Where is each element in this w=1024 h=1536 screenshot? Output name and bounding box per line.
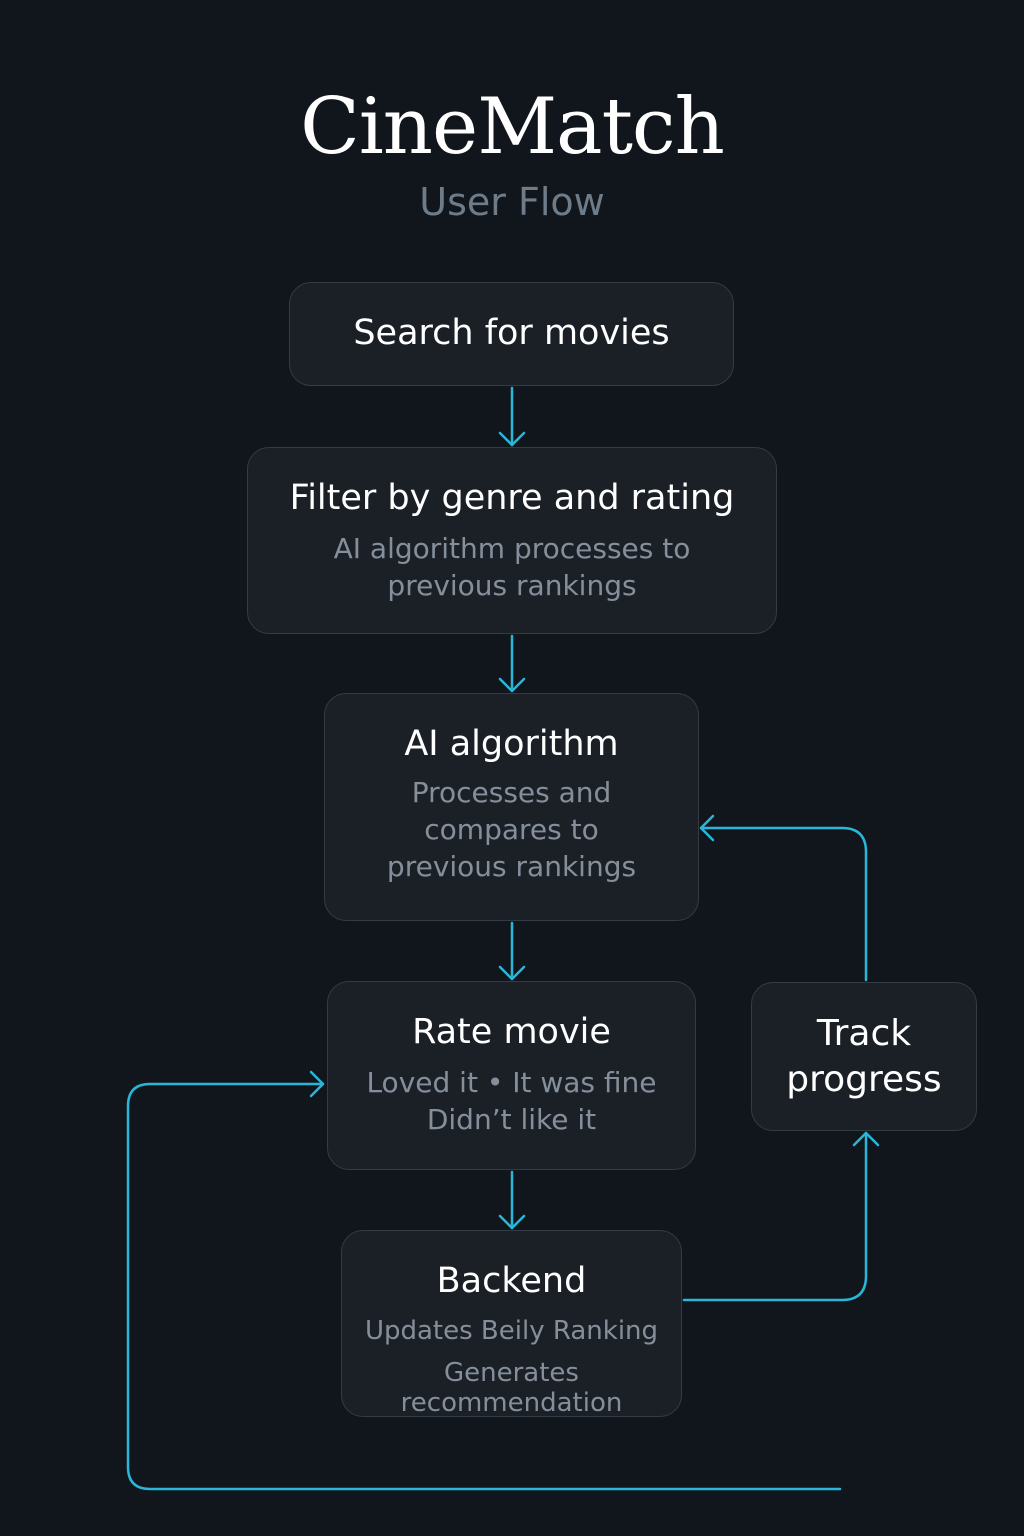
track-node: Track progress [751, 982, 977, 1131]
rate-node-title: Rate movie [412, 1012, 611, 1052]
filter-node-title: Filter by genre and rating [289, 478, 735, 518]
filter-node-description: AI algorithm processes to previous ranki… [333, 532, 691, 602]
filter-node: Filter by genre and rating AI algorithm … [247, 447, 777, 634]
ai-node: AI algorithm Processes and compares to p… [324, 693, 699, 921]
rate-node-line-1: Loved it • It was fine [366, 1066, 657, 1099]
backend-node: Backend Updates Beily Ranking Generates … [341, 1230, 682, 1418]
track-node-title: Track progress [786, 1013, 942, 1100]
arrow-backend-to-track [682, 1131, 868, 1302]
search-node-title: Search for movies [353, 313, 670, 353]
search-node: Search for movies [289, 282, 734, 386]
rate-node-line-2: Didn’t like it [426, 1103, 597, 1136]
backend-node-title: Backend [436, 1261, 587, 1301]
ai-node-description: Processes and compares to previous ranki… [386, 776, 637, 883]
arrow-track-to-ai [699, 826, 868, 982]
rate-node: Rate movie Loved it • It was fine Didn’t… [327, 981, 696, 1170]
backend-node-line-2: Generates recommendation [400, 1358, 623, 1418]
backend-node-line-1: Updates Beily Ranking [364, 1316, 659, 1346]
ai-node-title: AI algorithm [404, 724, 619, 764]
rate-node-options: Loved it • It was fine Didn’t like it [328, 1064, 695, 1138]
